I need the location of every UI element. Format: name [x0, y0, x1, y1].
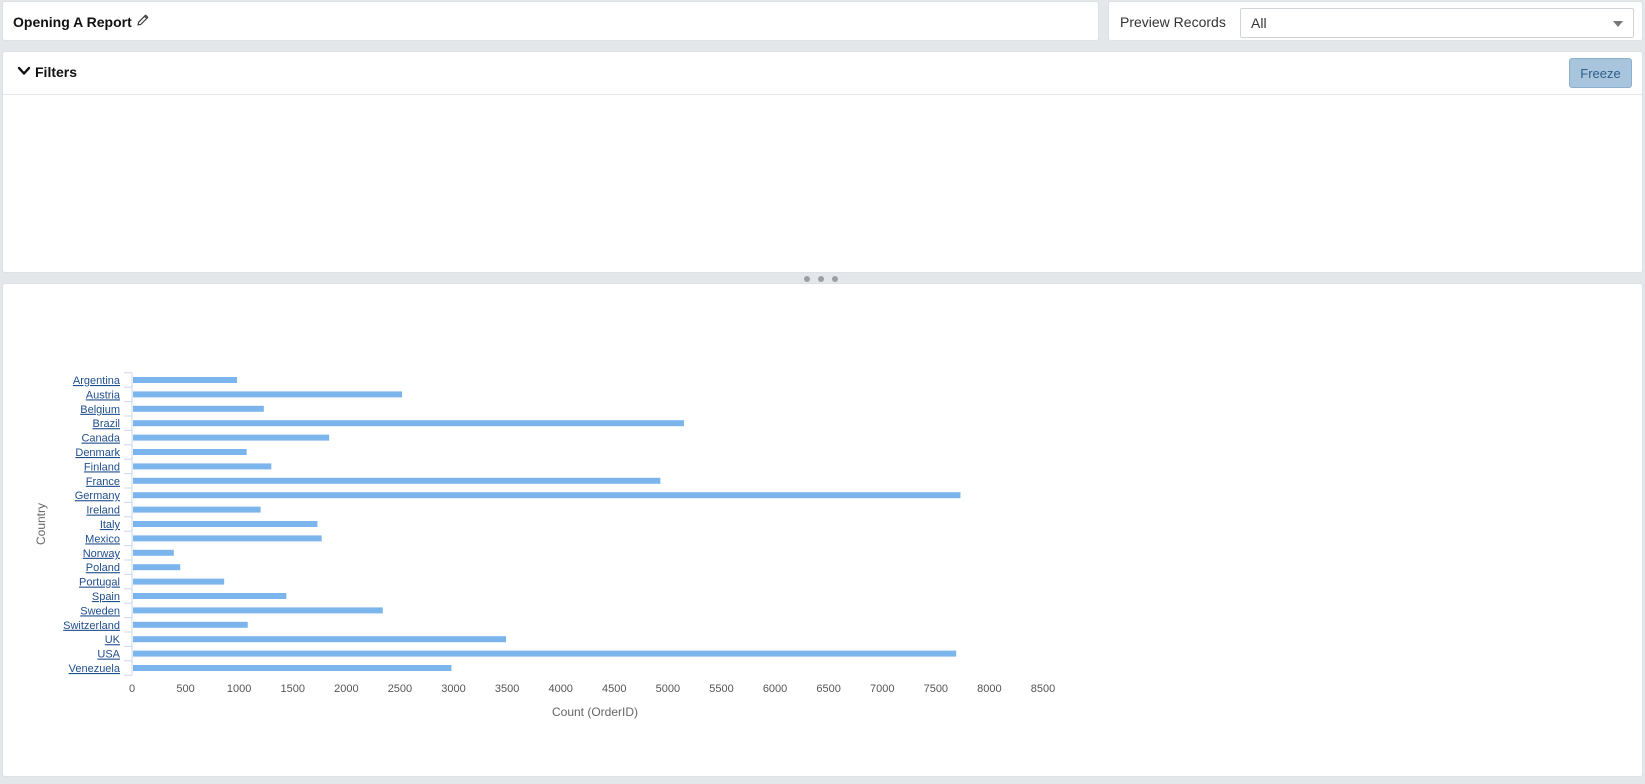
category-label[interactable]: Venezuela: [69, 663, 121, 675]
filters-label: Filters: [35, 64, 78, 80]
panel-resize-handle[interactable]: [804, 275, 838, 283]
pencil-icon[interactable]: [136, 13, 150, 30]
bar[interactable]: [133, 477, 661, 484]
category-label[interactable]: Switzerland: [63, 620, 120, 632]
x-tick-label: 5500: [709, 683, 733, 695]
preview-records-value: All: [1251, 15, 1267, 31]
x-tick-label: 7000: [870, 683, 894, 695]
bar[interactable]: [133, 463, 272, 470]
bar[interactable]: [133, 665, 452, 671]
x-tick-label: 3000: [441, 683, 465, 695]
bar[interactable]: [133, 405, 264, 412]
category-label[interactable]: Finland: [84, 461, 120, 473]
x-axis-ticks: 0 500 1000 1500 2000 2500 3000 3500 4000 4500 5000…: [129, 683, 1055, 695]
bar[interactable]: [133, 593, 287, 599]
x-tick-label: 5000: [656, 683, 680, 695]
filters-panel: Filters Freeze: [2, 51, 1643, 273]
category-label[interactable]: Belgium: [80, 404, 120, 416]
category-label[interactable]: Austria: [86, 389, 121, 401]
y-axis-title-text: Country: [34, 503, 48, 545]
x-tick-label: 8500: [1031, 683, 1055, 695]
report-title[interactable]: Opening A Report: [13, 13, 150, 30]
x-tick-label: 6000: [763, 683, 787, 695]
category-label[interactable]: Norway: [83, 548, 121, 560]
y-axis-title: Country: [34, 503, 48, 545]
category-label[interactable]: Ireland: [86, 505, 120, 517]
category-label[interactable]: Sweden: [80, 605, 120, 617]
bar-chart: Country Argentina Austria Belgium Brazil Can…: [34, 372, 1055, 719]
dot-icon: [832, 276, 838, 282]
bar[interactable]: [133, 621, 248, 628]
x-tick-label: 3500: [495, 683, 519, 695]
bar[interactable]: [133, 492, 961, 499]
bar[interactable]: [133, 377, 238, 383]
x-tick-label: 6500: [816, 683, 840, 695]
bar[interactable]: [133, 636, 507, 643]
bar[interactable]: [133, 650, 957, 657]
bar[interactable]: [133, 564, 181, 571]
chevron-down-icon: [1613, 21, 1623, 27]
category-label[interactable]: Poland: [86, 562, 120, 574]
category-label[interactable]: Germany: [75, 490, 121, 502]
bar[interactable]: [133, 391, 403, 398]
preview-records-bar: Preview Records All: [1108, 1, 1643, 41]
x-tick-label: 1500: [281, 683, 305, 695]
category-label[interactable]: Denmark: [75, 447, 120, 459]
report-title-text: Opening A Report: [13, 13, 132, 30]
category-labels: Argentina Austria Belgium Brazil Canada Denma…: [63, 375, 121, 675]
dot-icon: [818, 276, 824, 282]
x-tick-label: 7500: [924, 683, 948, 695]
bar[interactable]: [133, 535, 322, 542]
preview-records-label: Preview Records: [1120, 14, 1226, 30]
category-label[interactable]: UK: [105, 634, 121, 646]
category-label[interactable]: France: [86, 476, 120, 488]
bar[interactable]: [133, 578, 225, 585]
chevron-down-icon: [17, 64, 31, 80]
x-axis-title: Count (OrderID): [552, 705, 638, 719]
x-tick-label: 2500: [388, 683, 412, 695]
bar[interactable]: [133, 506, 261, 513]
category-label[interactable]: Brazil: [92, 418, 120, 430]
category-label[interactable]: Argentina: [73, 375, 121, 387]
y-axis: [124, 372, 133, 676]
bar[interactable]: [133, 521, 318, 527]
bar[interactable]: [133, 607, 383, 614]
x-axis-title-text: Count (OrderID): [552, 705, 638, 719]
x-tick-label: 1000: [227, 683, 251, 695]
freeze-button[interactable]: Freeze: [1569, 58, 1632, 88]
dot-icon: [804, 276, 810, 282]
x-tick-label: 500: [176, 683, 194, 695]
x-tick-label: 0: [129, 683, 135, 695]
category-label[interactable]: Spain: [92, 591, 120, 603]
bar[interactable]: [133, 434, 330, 441]
chart-panel: Country Argentina Austria Belgium Brazil Can…: [2, 283, 1643, 777]
bar[interactable]: [133, 449, 247, 455]
bar[interactable]: [133, 549, 174, 556]
category-label[interactable]: USA: [97, 649, 120, 661]
filters-header: Filters Freeze: [3, 52, 1642, 95]
bars: [133, 377, 961, 671]
x-tick-label: 4000: [548, 683, 572, 695]
x-tick-label: 2000: [334, 683, 358, 695]
category-label[interactable]: Portugal: [79, 577, 120, 589]
preview-records-select[interactable]: All: [1240, 8, 1634, 38]
x-tick-label: 4500: [602, 683, 626, 695]
report-title-bar: Opening A Report: [2, 1, 1099, 41]
filters-toggle[interactable]: Filters: [17, 64, 77, 80]
x-tick-label: 8000: [977, 683, 1001, 695]
category-label[interactable]: Mexico: [85, 533, 120, 545]
bar[interactable]: [133, 420, 684, 427]
category-label[interactable]: Italy: [100, 519, 121, 531]
category-label[interactable]: Canada: [81, 433, 120, 445]
